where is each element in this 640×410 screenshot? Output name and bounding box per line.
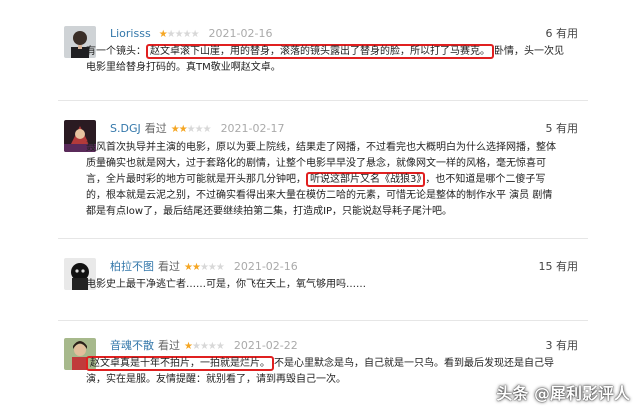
highlighted-quote: 赵文卓真是十年不拍片，一拍就是烂片。 xyxy=(86,356,274,371)
username-link[interactable]: Liorisss xyxy=(110,27,151,40)
review-meta: S.DGJ 看过 ★★★★★ 2021-02-17 xyxy=(110,121,285,137)
review-line-text: 都是有点low了，最后结尾还要继续拍第二集，打造成IP，只能说赵导耗子尾汁吧。 xyxy=(86,206,453,217)
review-text: 聂风首次执导并主演的电影，原以为要上院线，结果走了网播，不过看完也大概明白为什么… xyxy=(86,140,586,220)
star-empty-icon: ★ xyxy=(215,262,225,273)
star-rating: ★★★★★ xyxy=(184,262,225,273)
watched-status: 看过 xyxy=(158,339,180,352)
review-line-text: 言，全片最时彩的地方可能就是开头那几分钟吧， xyxy=(86,174,306,185)
review-date: 2021-02-16 xyxy=(208,27,273,40)
review-line: 都是有点low了，最后结尾还要继续拍第二集，打造成IP，只能说赵导耗子尾汁吧。 xyxy=(86,204,586,220)
star-rating: ★★★★★ xyxy=(184,341,225,352)
review-line-text: 有一个镜头： xyxy=(86,46,146,57)
useful-vote-button[interactable]: 6 有用 xyxy=(546,26,579,42)
star-filled-icon: ★ xyxy=(191,262,201,273)
review-text: 电影史上最干净逃亡者……可是，你飞在天上，氧气够用吗…… xyxy=(86,277,586,293)
divider xyxy=(58,320,588,321)
username-link[interactable]: 音魂不散 xyxy=(110,339,154,352)
review-line: 电影史上最干净逃亡者……可是，你飞在天上，氧气够用吗…… xyxy=(86,277,586,293)
star-filled-icon: ★ xyxy=(158,29,168,40)
review-line: 的，根本就是云泥之别，不过确实看得出来大量在模仿二哈的元素，可惜无论是整体的制作… xyxy=(86,188,586,204)
useful-vote-button[interactable]: 5 有用 xyxy=(546,121,579,137)
review-line: 言，全片最时彩的地方可能就是开头那几分钟吧， 听说这部片又名《战狼3》 ，也不知道是… xyxy=(86,172,586,188)
review-line-text: 电影里给替身打码的。真TM敬业啊赵文卓。 xyxy=(86,62,281,73)
star-empty-icon: ★ xyxy=(199,341,209,352)
review-line-text: 演，实在是服。友情提醒：就别看了，请到再毁自己一次。 xyxy=(86,374,346,385)
review-line-text: 不是心里默念是鸟，自己就是一只鸟。看到最后发现还是自己导 xyxy=(274,358,554,369)
review-line-text: 的，根本就是云泥之别，不过确实看得出来大量在模仿二哈的元素，可惜无论是整体的制作… xyxy=(86,190,553,201)
review-text: 有一个镜头： 赵文卓滚下山崖，用的替身，滚落的镜头露出了替身的脸，所以打了马赛克。… xyxy=(86,44,586,76)
watched-status: 看过 xyxy=(158,260,180,273)
review-meta: 音魂不散 看过 ★★★★★ 2021-02-22 xyxy=(110,338,298,354)
review-line: 聂风首次执导并主演的电影，原以为要上院线，结果走了网播，不过看完也大概明白为什么… xyxy=(86,140,586,156)
star-filled-icon: ★ xyxy=(170,124,180,135)
divider xyxy=(58,100,588,101)
review-line: 有一个镜头： 赵文卓滚下山崖，用的替身，滚落的镜头露出了替身的脸，所以打了马赛克。… xyxy=(86,44,586,60)
star-rating: ★★★★★ xyxy=(170,124,212,135)
review-line-text: 质量确实也就是网大，过于套路化的剧情，让整个电影早早没了悬念，就像网文一样的风格… xyxy=(86,158,546,169)
review-line-text: 聂风首次执导并主演的电影，原以为要上院线，结果走了网播，不过看完也大概明白为什么… xyxy=(86,142,556,153)
watched-status: 看过 xyxy=(144,122,167,135)
review-line: 电影里给替身打码的。真TM敬业啊赵文卓。 xyxy=(86,60,586,76)
star-empty-icon: ★ xyxy=(215,341,225,352)
review-date: 2021-02-16 xyxy=(233,260,298,273)
star-empty-icon: ★ xyxy=(207,341,217,352)
star-empty-icon: ★ xyxy=(207,262,217,273)
review-line: 质量确实也就是网大，过于套路化的剧情，让整个电影早早没了悬念，就像网文一样的风格… xyxy=(86,156,586,172)
useful-vote-button[interactable]: 15 有用 xyxy=(539,259,579,275)
star-empty-icon: ★ xyxy=(186,124,196,135)
highlighted-quote: 赵文卓滚下山崖，用的替身，滚落的镜头露出了替身的脸，所以打了马赛克。 xyxy=(146,44,494,59)
star-empty-icon: ★ xyxy=(190,29,200,40)
review-meta: 柏拉不图 看过 ★★★★★ 2021-02-16 xyxy=(110,259,298,275)
star-empty-icon: ★ xyxy=(182,29,192,40)
review-line-text: 电影史上最干净逃亡者……可是，你飞在天上，氧气够用吗…… xyxy=(86,279,366,290)
star-empty-icon: ★ xyxy=(174,29,184,40)
review-meta: Liorisss ★★★★★ 2021-02-16 xyxy=(110,26,272,42)
divider xyxy=(58,238,588,239)
watermark: 头条 @犀利影评人 xyxy=(496,384,630,403)
useful-vote-button[interactable]: 3 有用 xyxy=(546,338,579,354)
star-empty-icon: ★ xyxy=(166,29,176,40)
star-filled-icon: ★ xyxy=(184,262,193,273)
review-line-text: 卧情，头一次见 xyxy=(494,46,564,57)
review-date: 2021-02-22 xyxy=(233,339,298,352)
username-link[interactable]: 柏拉不图 xyxy=(110,260,154,273)
star-empty-icon: ★ xyxy=(202,124,212,135)
review-line-text: ，也不知道是哪个二傻子写 xyxy=(425,174,546,185)
star-filled-icon: ★ xyxy=(178,124,188,135)
username-link[interactable]: S.DGJ xyxy=(110,122,141,135)
review-line: 赵文卓真是十年不拍片，一拍就是烂片。 不是心里默念是鸟，自己就是一只鸟。看到最后发… xyxy=(86,356,586,372)
review-date: 2021-02-17 xyxy=(220,122,285,135)
star-empty-icon: ★ xyxy=(194,124,204,135)
highlighted-quote: 听说这部片又名《战狼3》 xyxy=(306,172,426,187)
star-rating: ★★★★★ xyxy=(158,29,200,40)
star-empty-icon: ★ xyxy=(199,262,209,273)
star-empty-icon: ★ xyxy=(191,341,201,352)
star-filled-icon: ★ xyxy=(184,341,193,352)
